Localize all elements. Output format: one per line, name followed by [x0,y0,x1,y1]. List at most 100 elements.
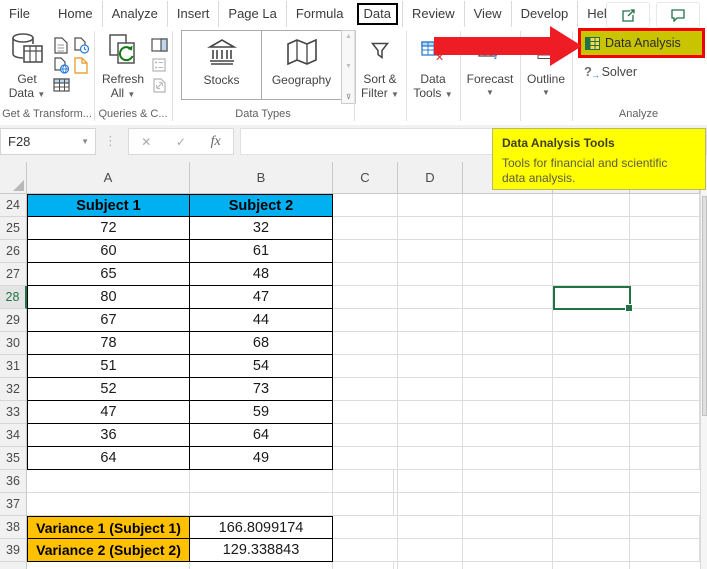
scrollbar-thumb[interactable] [702,196,707,416]
row-header-30[interactable]: 30 [0,332,27,355]
share-button[interactable] [606,2,650,28]
tab-insert[interactable]: Insert [166,1,219,27]
empty-cells[interactable] [333,263,700,286]
vertical-scrollbar[interactable] [700,162,707,569]
row-header-24[interactable]: 24 [0,194,27,217]
cell-a35[interactable]: 64 [27,447,190,470]
cell-a28[interactable]: 80 [27,286,190,309]
cell-b32[interactable]: 73 [190,378,333,401]
data-analysis-button[interactable]: Data Analysis [578,28,705,58]
row-header-32[interactable]: 32 [0,378,27,401]
refresh-all-button[interactable]: Refresh All ▼ [100,30,146,102]
cell-b29[interactable]: 44 [190,309,333,332]
empty-cells[interactable] [333,516,700,539]
name-box[interactable]: F28 ▼ [0,128,96,155]
existing-connections-icon[interactable] [72,56,90,74]
cell-a31[interactable]: 51 [27,355,190,378]
tab-data[interactable]: Data [356,3,398,25]
cell-b24-subject2-header[interactable]: Subject 2 [190,194,333,217]
cell-a39-variance2-label[interactable]: Variance 2 (Subject 2) [27,539,190,562]
cell-b25[interactable]: 32 [190,217,333,240]
row-header-25[interactable]: 25 [0,217,27,240]
cell-b35[interactable]: 49 [190,447,333,470]
column-header-a[interactable]: A [27,162,190,194]
cell-a33[interactable]: 47 [27,401,190,424]
get-data-button[interactable]: Get Data ▼ [6,30,48,102]
cell-b31[interactable]: 54 [190,355,333,378]
empty-cells[interactable] [333,539,700,562]
cell-b38-variance1-value[interactable]: 166.8099174 [190,516,333,539]
name-box-dropdown-icon[interactable]: ▼ [81,137,89,146]
gallery-down-icon[interactable]: ▼ [345,63,352,70]
cell-a26[interactable]: 60 [27,240,190,263]
comments-button[interactable] [656,2,700,28]
cell-b34[interactable]: 64 [190,424,333,447]
empty-cells[interactable] [333,309,700,332]
cell-a24-subject1-header[interactable]: Subject 1 [27,194,190,217]
empty-cells[interactable] [333,217,700,240]
empty-cells[interactable] [27,562,700,569]
row-header-40[interactable] [0,562,27,569]
row-header-27[interactable]: 27 [0,263,27,286]
empty-cells[interactable] [333,286,700,309]
empty-cells[interactable] [333,332,700,355]
row-header-36[interactable]: 36 [0,470,27,493]
cell-b30[interactable]: 68 [190,332,333,355]
row-header-29[interactable]: 29 [0,309,27,332]
enter-button[interactable]: ✓ [176,135,186,149]
empty-cells[interactable] [333,378,700,401]
empty-cells[interactable] [27,493,700,516]
row-header-34[interactable]: 34 [0,424,27,447]
empty-cells[interactable] [333,355,700,378]
tab-page-layout[interactable]: Page La [218,1,285,27]
cell-a30[interactable]: 78 [27,332,190,355]
sort-filter-button[interactable]: Sort & Filter ▼ [356,30,404,102]
gallery-more-icon[interactable]: ⊽ [346,93,351,101]
column-header-c[interactable]: C [333,162,398,194]
cell-a38-variance1-label[interactable]: Variance 1 (Subject 1) [27,516,190,539]
from-web-icon[interactable] [52,56,70,74]
empty-cells[interactable] [333,194,700,217]
empty-cells[interactable] [333,401,700,424]
recent-sources-icon[interactable] [72,36,90,54]
row-header-39[interactable]: 39 [0,539,27,562]
row-header-28-selected[interactable]: 28 [0,286,27,309]
row-header-33[interactable]: 33 [0,401,27,424]
cell-b26[interactable]: 61 [190,240,333,263]
cancel-button[interactable]: ✕ [141,135,151,149]
cell-a34[interactable]: 36 [27,424,190,447]
geography-button[interactable]: Geography [261,30,342,100]
row-header-26[interactable]: 26 [0,240,27,263]
cell-a29[interactable]: 67 [27,309,190,332]
cell-a32[interactable]: 52 [27,378,190,401]
cell-b28[interactable]: 47 [190,286,333,309]
queries-connections-icon[interactable] [150,36,168,54]
select-all-corner[interactable] [0,162,27,194]
stocks-button[interactable]: Stocks [181,30,262,100]
from-table-range-icon[interactable] [52,76,70,94]
cell-a27[interactable]: 65 [27,263,190,286]
cell-b33[interactable]: 59 [190,401,333,424]
gallery-up-icon[interactable]: ▲ [345,33,352,40]
empty-cells[interactable] [333,424,700,447]
row-header-31[interactable]: 31 [0,355,27,378]
empty-cells[interactable] [27,470,700,493]
tab-analyze[interactable]: Analyze [101,1,167,27]
tab-home[interactable]: Home [49,1,102,27]
cell-b39-variance2-value[interactable]: 129.338843 [190,539,333,562]
tab-formulas[interactable]: Formula [285,1,353,27]
row-header-37[interactable]: 37 [0,493,27,516]
empty-cells[interactable] [333,240,700,263]
column-header-d[interactable]: D [398,162,463,194]
from-text-file-icon[interactable] [52,36,70,54]
selected-cell-f28[interactable] [553,286,633,312]
row-header-35[interactable]: 35 [0,447,27,470]
cell-b27[interactable]: 48 [190,263,333,286]
tab-file[interactable]: File [0,1,39,27]
row-header-38[interactable]: 38 [0,516,27,539]
solver-button[interactable]: ? → Solver [584,64,637,80]
cell-a25[interactable]: 72 [27,217,190,240]
insert-function-button[interactable]: fx [211,134,221,150]
empty-cells[interactable] [333,447,700,470]
column-header-b[interactable]: B [190,162,333,194]
